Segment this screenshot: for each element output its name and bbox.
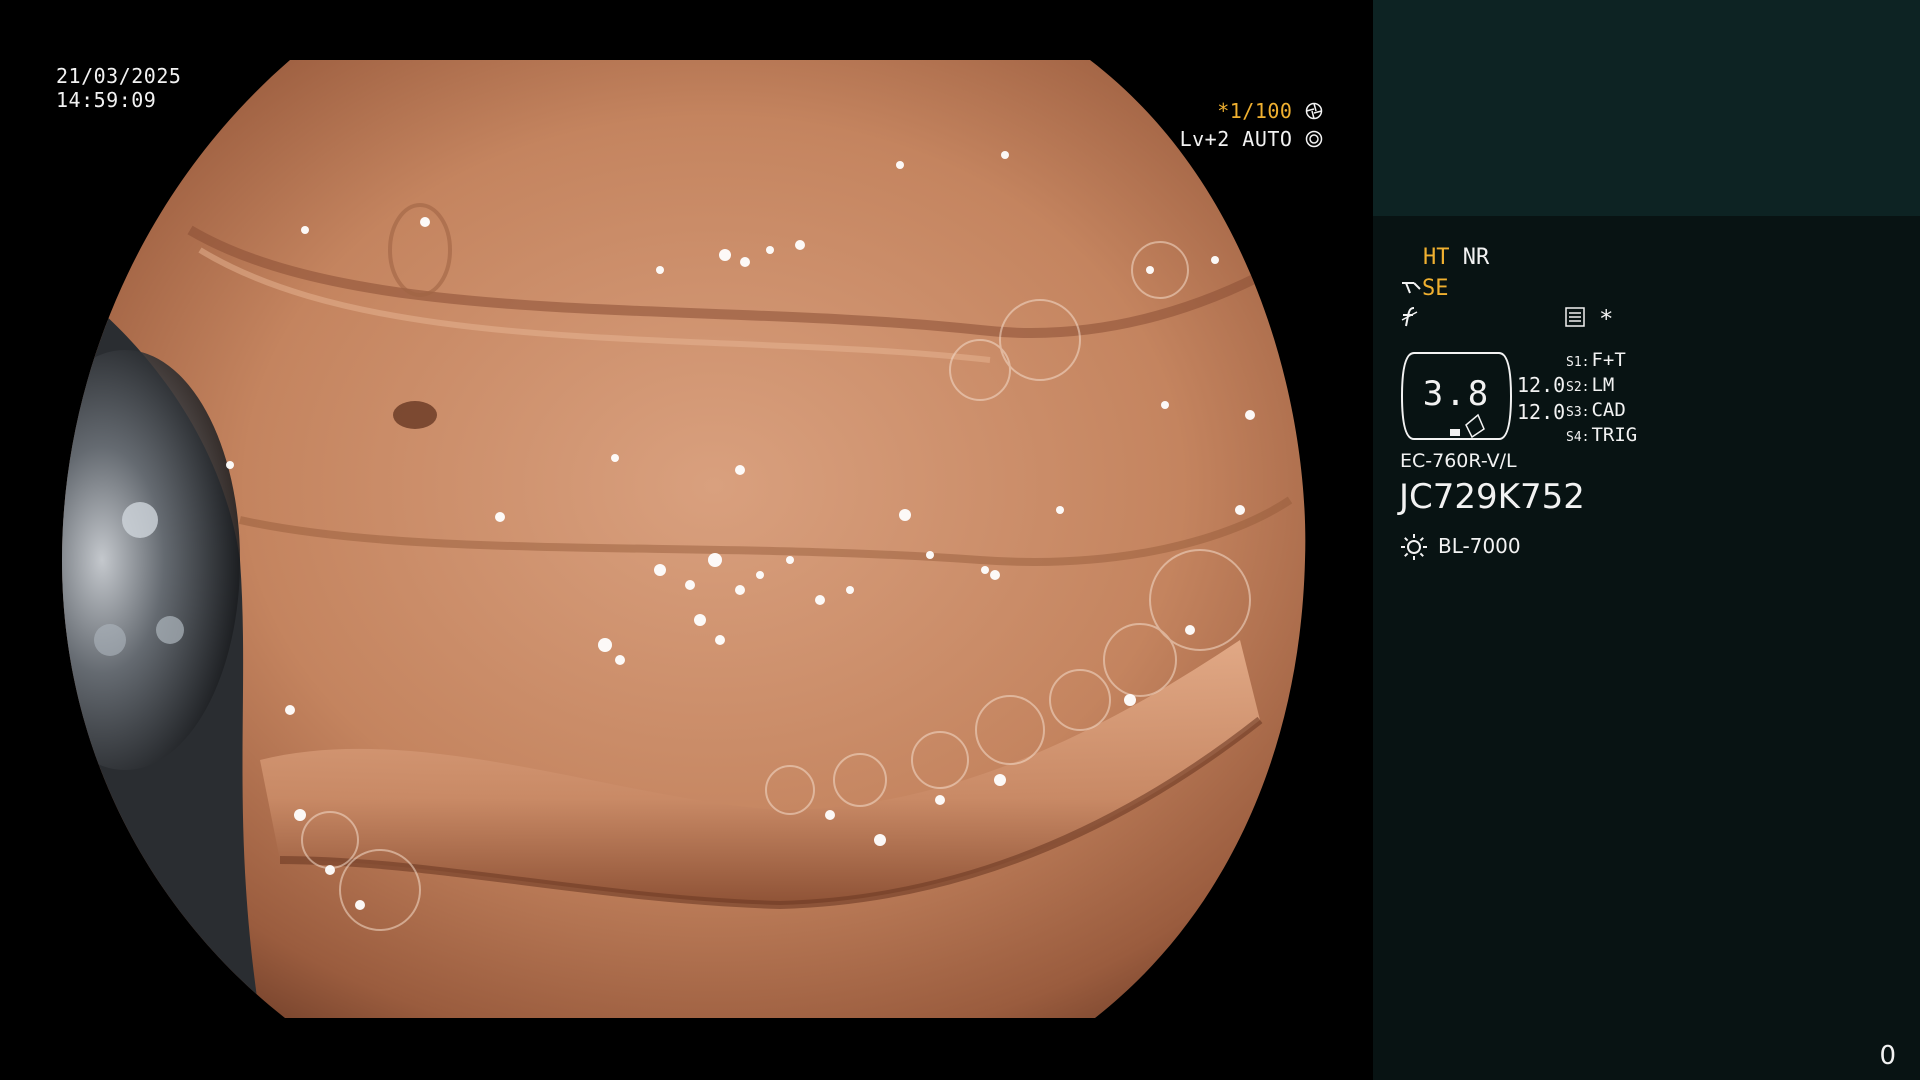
time-display: 14:59:09	[56, 88, 157, 112]
magnification-value: 3.8	[1422, 374, 1491, 414]
slash-f-icon	[1401, 307, 1418, 327]
ht-label: HT	[1423, 245, 1450, 270]
switch-key: S3:	[1566, 405, 1590, 420]
switch-value: TRIG	[1591, 424, 1638, 446]
filter-menu-icon	[1565, 307, 1585, 327]
iris-indicator: Lv+2 AUTO	[1180, 127, 1323, 151]
switch-value: CAD	[1591, 399, 1626, 421]
patient-info-area	[1373, 0, 1920, 216]
aperture-icon	[1305, 102, 1323, 120]
info-panel: HT NR SE * 3.8 12.0 12.0 S1: F+T S2: LM S3…	[1373, 0, 1920, 1080]
shutter-value: 1/100	[1229, 99, 1293, 123]
switch-value: F+T	[1591, 349, 1626, 371]
shutter-speed-indicator: *1/100	[1217, 99, 1323, 123]
scope-switch-s3: S3: CAD	[1566, 398, 1626, 425]
scope-switch-s1: S1: F+T	[1566, 348, 1626, 375]
endoscope-viewport: 21/03/2025 14:59:09 *1/100 Lv+2 AUTO	[0, 0, 1373, 1080]
sun-icon	[1401, 534, 1427, 560]
iris-icon	[1305, 130, 1323, 148]
switch-value: LM	[1591, 374, 1615, 396]
scope-switch-s4: S4: TRIG	[1566, 423, 1637, 450]
structure-enhancement: SE	[1400, 276, 1449, 302]
frame-counter: 0	[1879, 1041, 1896, 1071]
scope-model: EC-760R-V/L	[1400, 450, 1517, 472]
se-label: SE	[1422, 276, 1449, 301]
zoom-value-2: 12.0	[1517, 400, 1566, 424]
scope-tip-icon	[1402, 282, 1421, 294]
switch-key: S2:	[1566, 380, 1590, 395]
switch-key: S4:	[1566, 430, 1590, 445]
zoom-value-1: 12.0	[1517, 373, 1566, 397]
star-marker: *	[1599, 305, 1614, 333]
endoscopic-image	[62, 60, 1306, 1018]
shutter-star: *	[1217, 99, 1230, 123]
scope-switch-s2: S2: LM	[1566, 373, 1614, 400]
scope-serial-number: JC729K752	[1399, 477, 1585, 517]
light-source: BL-7000	[1438, 534, 1521, 558]
date-display: 21/03/2025	[56, 64, 182, 88]
switch-key: S1:	[1566, 355, 1590, 370]
color-mode-symbol	[1400, 306, 1420, 333]
enhancement-status: HT NR	[1423, 245, 1489, 271]
iris-label: Lv+2 AUTO	[1179, 127, 1293, 151]
nr-label: NR	[1462, 245, 1490, 270]
